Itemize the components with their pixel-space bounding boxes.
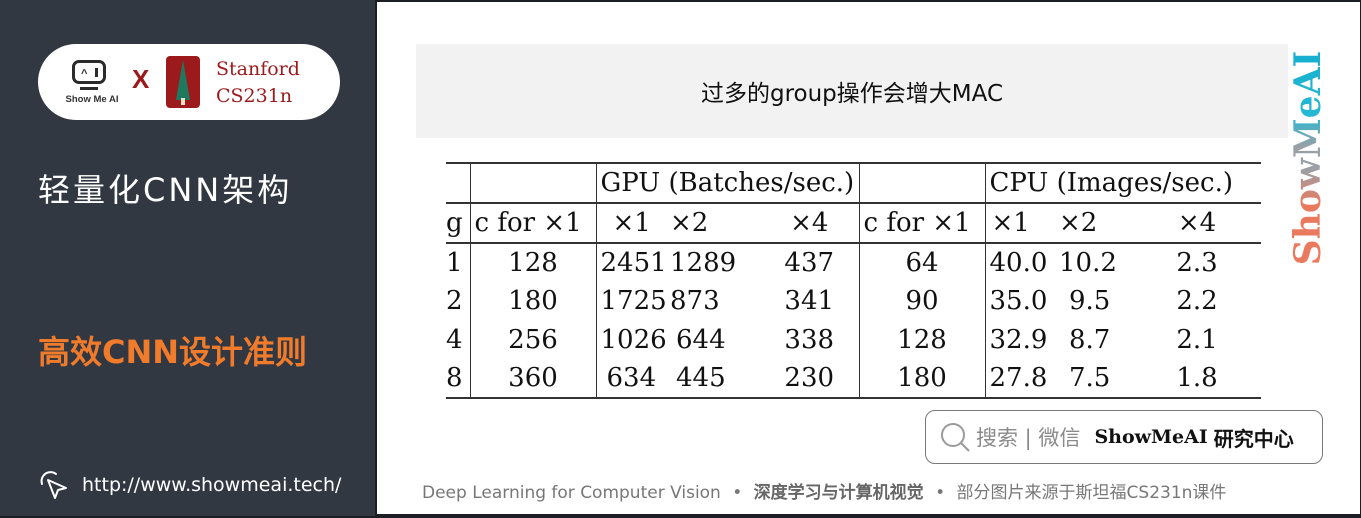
col-header: ×1 (985, 203, 1059, 244)
showmeai-watermark: ShowMeAI (1287, 50, 1329, 266)
footer-credit: 部分图片来源于斯坦福CS231n课件 (956, 483, 1227, 503)
bottom-border (377, 514, 1361, 518)
col-header: g (446, 203, 471, 244)
partner-name: Stanford CS231n (216, 56, 300, 110)
col-header: ×4 (760, 203, 860, 244)
table-group-header-row: GPU (Batches/sec.) CPU (Images/sec.) (446, 162, 1261, 204)
monitor-icon: ^ (72, 60, 106, 84)
collab-x: X (132, 64, 150, 94)
table-column-header-row: g c for ×1 ×1 ×2 ×4 c for ×1 ×1 ×2 ×4 (446, 203, 1261, 244)
footer-course-cn: 深度学习与计算机视觉 (753, 483, 924, 503)
cursor-click-icon (40, 471, 67, 499)
banner-title: 过多的group操作会增大MAC (700, 81, 1004, 107)
col-header: ×1 (596, 203, 670, 244)
website-link[interactable]: http://www.showmeai.tech/ (36, 468, 341, 502)
table-row: 4 256 1026 644 338 128 32.9 8.7 2.1 (446, 320, 1261, 359)
footer-caption: Deep Learning for Computer Vision • 深度学习… (422, 478, 1226, 503)
partner-line-2: CS231n (216, 85, 293, 107)
search-brand-cn: 研究中心 (1213, 426, 1294, 451)
slide-banner: 过多的group操作会增大MAC (416, 44, 1288, 138)
col-header: ×2 (1059, 203, 1133, 244)
col-header: ×2 (670, 203, 760, 244)
search-brand: ShowMeAI (1094, 426, 1208, 448)
group-conv-benchmark-table: GPU (Batches/sec.) CPU (Images/sec.) g c… (446, 162, 1261, 399)
col-header: c for ×1 (470, 203, 597, 244)
website-url[interactable]: http://www.showmeai.tech/ (82, 474, 341, 496)
table-row: 1 128 2451 1289 437 64 40.0 10.2 2.3 (446, 243, 1261, 282)
col-header: c for ×1 (859, 203, 986, 244)
col-header: ×4 (1133, 203, 1261, 244)
section-subtitle: 高效CNN设计准则 (38, 333, 308, 371)
footer-separator: • (732, 483, 743, 503)
logo-pill: ^ Show Me AI X Stanford CS231n (38, 44, 340, 120)
footer-separator: • (935, 483, 946, 503)
table-row: 8 360 634 445 230 180 27.8 7.5 1.8 (446, 359, 1261, 399)
cpu-group-header: CPU (Images/sec.) (985, 162, 1261, 204)
footer-course-en: Deep Learning for Computer Vision (422, 483, 721, 503)
wechat-search-box[interactable]: 搜索 | 微信 ShowMeAI 研究中心 (925, 410, 1323, 464)
search-icon (941, 423, 970, 452)
sidebar: ^ Show Me AI X Stanford CS231n 轻量化CNN架构 … (0, 0, 377, 518)
section-title: 轻量化CNN架构 (38, 171, 293, 209)
gpu-group-header: GPU (Batches/sec.) (596, 162, 860, 204)
stanford-logo-icon (166, 56, 200, 108)
showmeai-logo: ^ Show Me AI (60, 58, 124, 110)
partner-line-1: Stanford (216, 58, 300, 80)
search-hint: 搜索 | 微信 (976, 426, 1081, 450)
table-row: 2 180 1725 873 341 90 35.0 9.5 2.2 (446, 282, 1261, 321)
showmeai-logo-text: Show Me AI (65, 94, 119, 105)
